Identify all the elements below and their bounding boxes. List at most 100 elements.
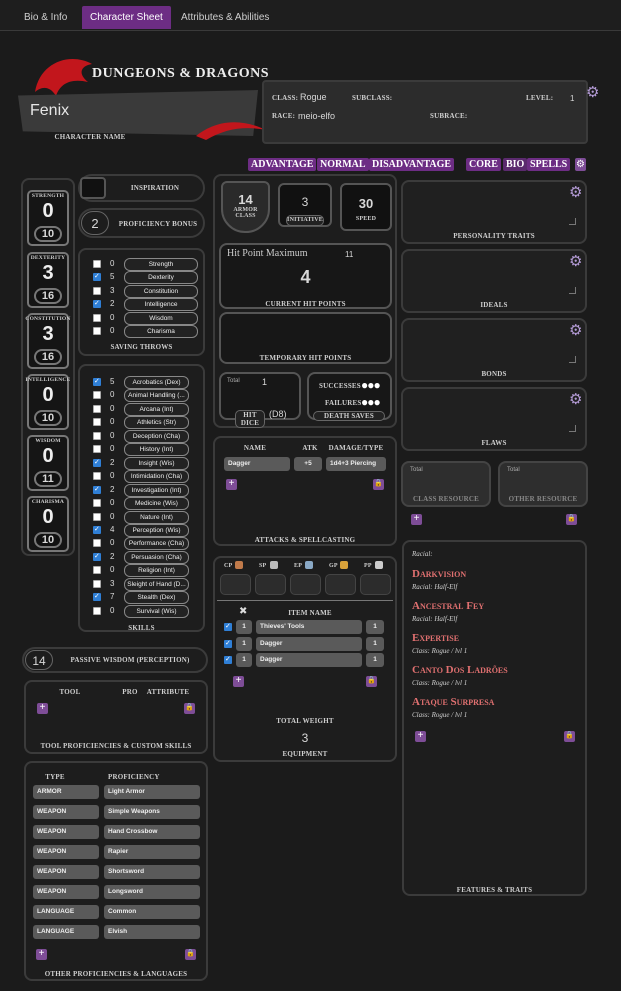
skill-proficiency-checkbox[interactable] bbox=[93, 431, 101, 440]
skill-button[interactable]: History (Int) bbox=[124, 443, 189, 457]
skill-proficiency-checkbox[interactable] bbox=[93, 499, 101, 508]
skill-button[interactable]: Nature (Int) bbox=[124, 510, 189, 524]
hit-point-maximum-value[interactable]: 11 bbox=[345, 250, 353, 259]
resize-handle-icon[interactable] bbox=[569, 287, 576, 294]
skill-proficiency-checkbox[interactable] bbox=[93, 485, 101, 494]
feature-title[interactable]: Ancestral Fey bbox=[412, 600, 484, 612]
item-weight[interactable]: 1 bbox=[366, 653, 384, 667]
proficiency-type-cell[interactable]: WEAPON bbox=[33, 805, 99, 819]
proficiency-name-cell[interactable]: Shortsword bbox=[104, 865, 200, 879]
bio-button[interactable]: BIO bbox=[503, 158, 528, 171]
mode-settings-gear-icon[interactable]: ⚙ bbox=[575, 158, 586, 171]
skill-proficiency-checkbox[interactable] bbox=[93, 445, 101, 454]
speed-value[interactable]: 30 bbox=[342, 196, 390, 211]
trait-flaws-box[interactable]: ⚙ FLAWS bbox=[401, 387, 587, 451]
class-value[interactable]: Rogue bbox=[300, 92, 327, 102]
ability-modifier[interactable]: 0 bbox=[24, 384, 72, 407]
skill-button[interactable]: Sleight of Hand (D... bbox=[124, 577, 189, 591]
save-charisma-button[interactable]: Charisma bbox=[124, 325, 198, 338]
save-constitution-button[interactable]: Constitution bbox=[124, 284, 198, 298]
feature-title[interactable]: Canto Dos Ladrões bbox=[412, 664, 508, 676]
resize-handle-icon[interactable] bbox=[569, 425, 576, 432]
skill-button[interactable]: Deception (Cha) bbox=[124, 429, 189, 443]
skill-proficiency-checkbox[interactable] bbox=[93, 418, 101, 427]
save-proficiency-checkbox[interactable] bbox=[93, 272, 101, 282]
trait-settings-gear-icon[interactable]: ⚙ bbox=[569, 390, 582, 408]
item-name[interactable]: Dagger bbox=[256, 636, 362, 651]
proficiency-type-cell[interactable]: LANGUAGE bbox=[33, 925, 99, 939]
trait-personality-traits-box[interactable]: ⚙ PERSONALITY TRAITS bbox=[401, 180, 587, 244]
coin-cp-input[interactable] bbox=[220, 574, 251, 595]
skill-button[interactable]: Acrobatics (Dex) bbox=[124, 376, 189, 389]
proficiency-name-cell[interactable]: Common bbox=[104, 905, 200, 919]
lock-icon[interactable]: 🔒 bbox=[184, 703, 195, 714]
equipped-checkbox[interactable] bbox=[224, 622, 232, 631]
proficiency-name-cell[interactable]: Hand Crossbow bbox=[104, 825, 200, 839]
proficiency-name-cell[interactable]: Light Armor bbox=[104, 785, 200, 799]
current-hit-points-value[interactable]: 4 bbox=[221, 267, 390, 288]
header-settings-gear-icon[interactable]: ⚙ bbox=[586, 83, 599, 101]
temporary-hit-points-box[interactable]: TEMPORARY HIT POINTS bbox=[219, 312, 392, 364]
trait-settings-gear-icon[interactable]: ⚙ bbox=[569, 252, 582, 270]
skill-button[interactable]: Persuasion (Cha) bbox=[124, 550, 189, 564]
resize-handle-icon[interactable] bbox=[569, 356, 576, 363]
save-wisdom-button[interactable]: Wisdom bbox=[124, 311, 198, 325]
skill-button[interactable]: Medicine (Wis) bbox=[124, 497, 189, 511]
ability-score[interactable]: 16 bbox=[34, 349, 62, 365]
equipped-checkbox[interactable] bbox=[224, 655, 232, 664]
proficiency-type-cell[interactable]: WEAPON bbox=[33, 825, 99, 839]
skill-button[interactable]: Animal Handling (... bbox=[124, 389, 189, 403]
skill-button[interactable]: Athletics (Str) bbox=[124, 416, 189, 430]
skill-proficiency-checkbox[interactable] bbox=[93, 525, 101, 534]
skill-button[interactable]: Performance (Cha) bbox=[124, 537, 189, 551]
inspiration-toggle[interactable] bbox=[80, 177, 106, 199]
ability-modifier[interactable]: 3 bbox=[24, 323, 72, 346]
skill-proficiency-checkbox[interactable] bbox=[93, 552, 101, 561]
ability-score[interactable]: 10 bbox=[34, 226, 62, 242]
attack-name-cell[interactable]: Dagger bbox=[224, 457, 290, 471]
skill-proficiency-checkbox[interactable] bbox=[93, 579, 101, 588]
level-value[interactable]: 1 bbox=[570, 94, 574, 103]
proficiency-name-cell[interactable]: Rapier bbox=[104, 845, 200, 859]
failure-circles[interactable]: ●●● bbox=[361, 395, 381, 409]
hit-dice-total-value[interactable]: 1 bbox=[262, 377, 267, 387]
proficiency-name-cell[interactable]: Elvish bbox=[104, 925, 200, 939]
ability-score[interactable]: 10 bbox=[34, 532, 62, 548]
attack-damage-cell[interactable]: 1d4+3 Piercing bbox=[326, 457, 386, 471]
skill-button[interactable]: Investigation (Int) bbox=[124, 483, 189, 497]
success-circles[interactable]: ●●● bbox=[361, 378, 381, 392]
skill-proficiency-checkbox[interactable] bbox=[93, 404, 101, 413]
spells-button[interactable]: SPELLS bbox=[527, 158, 571, 171]
ability-modifier[interactable]: 0 bbox=[24, 445, 72, 468]
tab-character-sheet[interactable]: Character Sheet bbox=[82, 6, 171, 29]
item-name[interactable]: Dagger bbox=[256, 653, 362, 667]
proficiency-type-cell[interactable]: ARMOR bbox=[33, 785, 99, 799]
trait-bonds-box[interactable]: ⚙ BONDS bbox=[401, 318, 587, 382]
skill-button[interactable]: Arcana (Int) bbox=[124, 402, 189, 416]
skill-proficiency-checkbox[interactable] bbox=[93, 472, 101, 481]
coin-sp-input[interactable] bbox=[255, 574, 286, 595]
character-name-field[interactable]: Fenix bbox=[30, 102, 69, 120]
skill-button[interactable]: Insight (Wis) bbox=[124, 456, 189, 470]
skill-proficiency-checkbox[interactable] bbox=[93, 458, 101, 467]
add-item-button[interactable]: + bbox=[233, 676, 244, 687]
save-proficiency-checkbox[interactable] bbox=[93, 260, 101, 268]
skill-proficiency-checkbox[interactable] bbox=[93, 606, 101, 615]
save-proficiency-checkbox[interactable] bbox=[93, 299, 101, 309]
proficiency-type-cell[interactable]: LANGUAGE bbox=[33, 905, 99, 919]
lock-icon[interactable]: 🔒 bbox=[366, 676, 377, 687]
trait-settings-gear-icon[interactable]: ⚙ bbox=[569, 321, 582, 339]
lock-icon[interactable]: 🔒 bbox=[373, 479, 384, 490]
item-quantity[interactable]: 1 bbox=[236, 653, 252, 667]
resize-handle-icon[interactable] bbox=[569, 218, 576, 225]
advantage-button[interactable]: ADVANTAGE bbox=[248, 158, 317, 171]
ability-modifier[interactable]: 0 bbox=[24, 506, 72, 529]
feature-title[interactable]: Expertise bbox=[412, 632, 459, 644]
skill-button[interactable]: Perception (Wis) bbox=[124, 523, 189, 537]
skill-button[interactable]: Stealth (Dex) bbox=[124, 591, 189, 605]
initiative-value[interactable]: 3 bbox=[280, 195, 330, 209]
lock-icon[interactable]: 🔒 bbox=[566, 514, 577, 525]
coin-pp-input[interactable] bbox=[360, 574, 391, 595]
ability-score[interactable]: 11 bbox=[34, 471, 62, 487]
disadvantage-button[interactable]: DISADVANTAGE bbox=[369, 158, 455, 171]
